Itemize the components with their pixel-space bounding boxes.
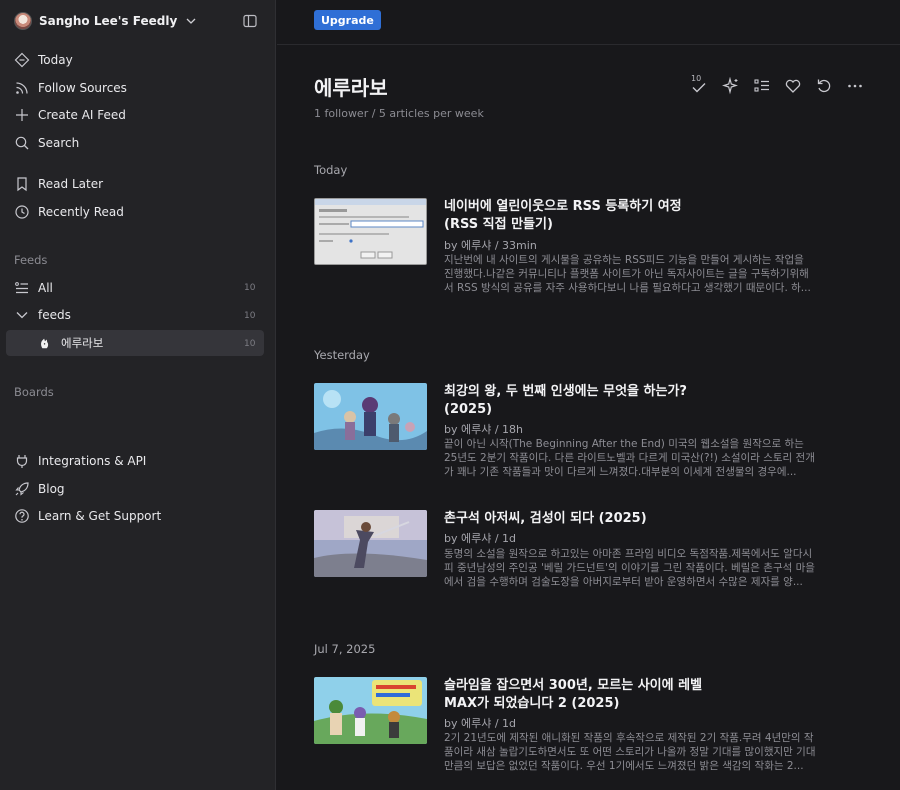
feed-source-count: 10	[244, 339, 256, 349]
workspace-title: Sangho Lee's Feedly	[39, 14, 178, 28]
more-options-button[interactable]	[846, 77, 866, 97]
date-section-today: Today	[314, 163, 348, 177]
workspace-switcher[interactable]: Sangho Lee's Feedly	[14, 12, 196, 30]
article-summary[interactable]: 지난번에 내 사이트의 게시물을 공유하는 RSS피드 기능을 만들어 게시하는…	[444, 253, 816, 295]
feed-source-erurabo[interactable]: 에루라보	[38, 333, 103, 353]
nav-create-ai-feed-label: Create AI Feed	[38, 108, 126, 122]
article-meta: by 에루샤 / 18h	[444, 423, 524, 436]
article-title[interactable]: 슬라임을 잡으면서 300년, 모르는 사이에 레벨 MAX가 되었습니다 2 …	[444, 677, 714, 713]
nav-search[interactable]: Search	[14, 133, 79, 153]
rss-icon	[16, 82, 28, 94]
bookmark-icon	[17, 177, 27, 192]
nav-recently-read-label: Recently Read	[38, 205, 124, 219]
thumbnail-anime-image	[314, 677, 427, 744]
nav-integrations[interactable]: Integrations & API	[14, 451, 146, 471]
feed-all-label: All	[38, 281, 53, 295]
nav-search-label: Search	[38, 136, 80, 150]
article-title[interactable]: 촌구석 아저씨, 검성이 되다 (2025)	[444, 510, 714, 528]
article-summary[interactable]: 동명의 소설을 원작으로 하고있는 아마존 프라임 비디오 독점작품.제목에서도…	[444, 547, 816, 589]
feed-all[interactable]: All	[14, 278, 53, 298]
feed-folder-label: feeds	[38, 308, 71, 322]
nav-follow-sources[interactable]: Follow Sources	[14, 78, 127, 98]
article-summary[interactable]: 2기 21년도에 제작된 애니화된 작품의 후속작으로 제작된 2기 작품.무려…	[444, 731, 816, 773]
boards-section-label[interactable]: Boards	[14, 385, 54, 399]
nav-learn-support[interactable]: Learn & Get Support	[14, 506, 161, 526]
source-favicon-icon	[41, 338, 49, 349]
chevron-down-icon	[186, 18, 196, 24]
more-horizontal-icon	[848, 84, 862, 88]
nav-learn-support-label: Learn & Get Support	[38, 509, 162, 523]
article-meta: by 에루샤 / 33min	[444, 239, 537, 252]
help-icon	[15, 509, 29, 523]
article-meta: by 에루샤 / 1d	[444, 532, 517, 545]
article-title[interactable]: 최강의 왕, 두 번째 인생에는 무엇을 하는가? (2025)	[444, 383, 714, 419]
thumbnail-anime-image	[314, 510, 427, 577]
article-thumbnail[interactable]	[314, 677, 427, 744]
plug-icon	[16, 455, 28, 468]
date-section-yesterday: Yesterday	[314, 348, 370, 362]
article-thumbnail[interactable]	[314, 510, 427, 577]
refresh-button[interactable]	[815, 77, 835, 97]
nav-blog-label: Blog	[38, 482, 65, 496]
history-icon	[15, 205, 29, 219]
list-view-icon	[754, 79, 769, 92]
layout-toggle-button[interactable]	[753, 77, 773, 97]
nav-today-label: Today	[38, 53, 73, 67]
nav-read-later[interactable]: Read Later	[14, 174, 103, 194]
thumbnail-anime-image	[314, 383, 427, 450]
top-bar: Upgrade	[277, 0, 900, 45]
feeds-section-label: Feeds	[14, 253, 48, 267]
date-section-jul-7: Jul 7, 2025	[314, 642, 376, 656]
thumbnail-dialog-image	[315, 199, 426, 264]
rocket-icon	[15, 482, 29, 496]
page-subtitle: 1 follower / 5 articles per week	[314, 107, 484, 120]
chevron-down-icon	[16, 312, 28, 319]
feed-folder-count: 10	[244, 311, 256, 321]
page-title: 에루라보	[314, 76, 388, 100]
search-icon	[15, 136, 29, 150]
nav-blog[interactable]: Blog	[14, 479, 65, 499]
plus-icon	[16, 109, 28, 121]
heart-icon	[785, 79, 801, 93]
today-icon	[14, 52, 30, 68]
list-icon	[15, 282, 28, 294]
feed-folder-feeds[interactable]: feeds	[14, 305, 71, 325]
sidebar-collapse-icon[interactable]	[242, 13, 258, 29]
upgrade-button[interactable]: Upgrade	[314, 10, 381, 30]
article-title[interactable]: 네이버에 열린이웃으로 RSS 등록하기 여정 (RSS 직접 만들기)	[444, 198, 714, 234]
article-thumbnail[interactable]	[314, 198, 427, 265]
follow-favorite-button[interactable]	[784, 77, 804, 97]
nav-recently-read[interactable]: Recently Read	[14, 202, 124, 222]
nav-follow-sources-label: Follow Sources	[38, 81, 127, 95]
avatar	[14, 12, 32, 30]
checkmark-icon	[692, 83, 706, 93]
article-summary[interactable]: 끝이 아닌 시작(The Beginning After the End) 미국…	[444, 437, 816, 479]
feed-all-count: 10	[244, 283, 256, 293]
nav-today[interactable]: Today	[14, 50, 73, 70]
ai-assistant-button[interactable]	[722, 76, 742, 97]
nav-create-ai-feed[interactable]: Create AI Feed	[14, 105, 126, 125]
nav-read-later-label: Read Later	[38, 177, 104, 191]
nav-integrations-label: Integrations & API	[38, 454, 147, 468]
article-thumbnail[interactable]	[314, 383, 427, 450]
refresh-icon	[817, 79, 831, 93]
article-meta: by 에루샤 / 1d	[444, 717, 517, 730]
sparkle-icon	[722, 76, 738, 95]
sidebar: Sangho Lee's Feedly Today Follow Sources…	[0, 0, 276, 790]
feed-source-label: 에루라보	[61, 336, 104, 350]
mark-as-read-button[interactable]	[690, 78, 710, 98]
